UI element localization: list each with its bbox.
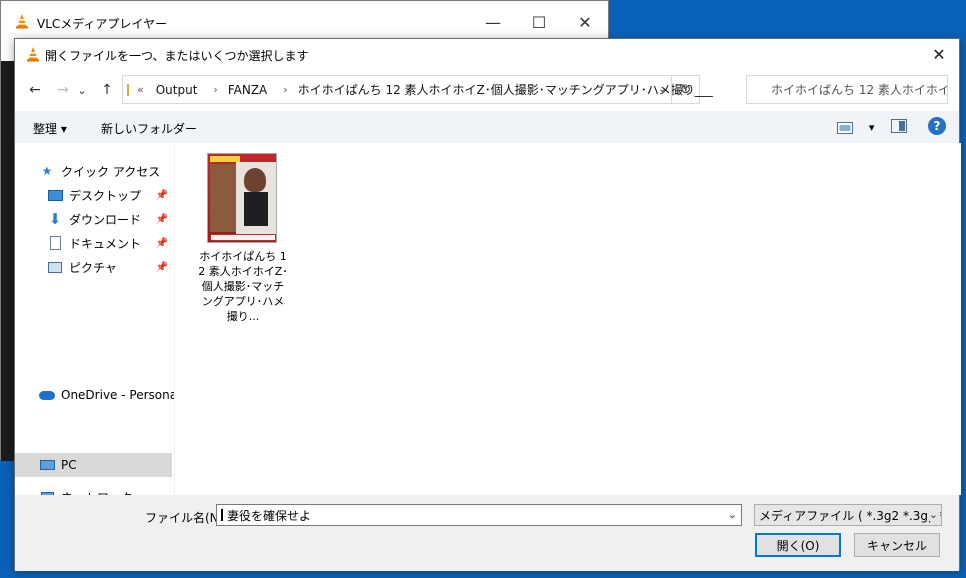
- vlc-cone-icon: [27, 47, 39, 62]
- address-bar[interactable]: « Output › FANZA › ホイホイぱんち 12 素人ホイホイZ･個人…: [122, 75, 713, 104]
- file-type-value: メディアファイル ( *.3g2 *.3gp *.3gp: [759, 508, 941, 523]
- sidebar-item-label: OneDrive - Personal: [61, 388, 181, 402]
- sidebar-item-pc[interactable]: PC: [15, 453, 172, 477]
- sidebar-item-documents[interactable]: ドキュメント 📌: [47, 231, 172, 255]
- back-button[interactable]: ←: [24, 79, 46, 101]
- forward-button[interactable]: →: [52, 79, 74, 101]
- folder-icon: [127, 83, 129, 96]
- breadcrumb-current-folder[interactable]: ホイホイぱんち 12 素人ホイホイZ･個人撮影･マッチングアプリ･ハメ撮り___: [298, 81, 713, 98]
- sidebar-item-label: デスクトップ: [69, 188, 142, 203]
- open-file-dialog: 開くファイルを一つ、またはいくつか選択します ✕ ← → ⌄ ↑ « Outpu…: [14, 38, 961, 571]
- breadcrumb-separator-icon[interactable]: ›: [283, 83, 287, 96]
- file-list: ホイホイぱんち 12 素人ホイホイZ･個人撮影･マッチングアプリ･ハメ撮り...: [175, 143, 961, 495]
- sidebar-item-label: ピクチャ: [69, 260, 117, 275]
- vlc-titlebar[interactable]: VLCメディアプレイヤー — ☐ ✕: [1, 1, 608, 39]
- sidebar-item-label: ダウンロード: [69, 212, 142, 227]
- file-type-select[interactable]: メディアファイル ( *.3g2 *.3gp *.3gp ⌄: [754, 504, 942, 526]
- vlc-window-title: VLCメディアプレイヤー: [37, 17, 168, 31]
- pin-icon: 📌: [155, 237, 168, 249]
- recent-locations-button[interactable]: ⌄: [75, 79, 89, 101]
- close-icon: ✕: [578, 12, 592, 32]
- filename-value: 妻役を確保せよ: [227, 508, 312, 523]
- vlc-video-area: [1, 61, 15, 461]
- sidebar-item-quick-access[interactable]: ★ クイック アクセス: [39, 159, 196, 183]
- dialog-titlebar[interactable]: 開くファイルを一つ、またはいくつか選択します ✕: [15, 39, 959, 69]
- sidebar-item-downloads[interactable]: ⬇ ダウンロード 📌: [47, 207, 172, 231]
- star-icon: ★: [41, 164, 53, 178]
- preview-pane-icon[interactable]: [891, 119, 907, 133]
- vlc-close-button[interactable]: ✕: [562, 7, 608, 37]
- forward-arrow-icon: →: [57, 82, 69, 98]
- sidebar-item-label: PC: [61, 458, 77, 472]
- filename-field[interactable]: 妻役を確保せよ ⌄: [216, 504, 742, 526]
- minimize-icon: —: [485, 12, 501, 32]
- chevron-down-icon: ▾: [868, 121, 875, 134]
- open-button[interactable]: 開く(O): [755, 533, 841, 557]
- pin-icon: 📌: [155, 189, 168, 201]
- command-bar: 整理 ▾ 新しいフォルダー ▾ ?: [15, 111, 959, 143]
- refresh-button[interactable]: ↻: [671, 76, 699, 103]
- help-icon[interactable]: ?: [928, 117, 946, 135]
- overflow-chevron-icon: «: [137, 83, 144, 96]
- refresh-icon: ↻: [679, 81, 692, 98]
- pin-icon: 📌: [155, 213, 168, 225]
- document-icon: [47, 236, 63, 250]
- sidebar-item-label: クイック アクセス: [61, 164, 161, 179]
- up-button[interactable]: ↑: [96, 79, 118, 101]
- maximize-icon: ☐: [531, 12, 547, 32]
- dialog-close-button[interactable]: ✕: [919, 39, 959, 69]
- cancel-button[interactable]: キャンセル: [854, 533, 940, 557]
- chevron-down-icon: ⌄: [77, 83, 87, 97]
- search-input[interactable]: ホイホイぱんち 12 素人ホイホイ...: [746, 75, 948, 104]
- sidebar-item-desktop[interactable]: デスクトップ 📌: [47, 183, 172, 207]
- file-item[interactable]: ホイホイぱんち 12 素人ホイホイZ･個人撮影･マッチングアプリ･ハメ撮り...: [197, 153, 289, 324]
- close-icon: ✕: [932, 44, 946, 64]
- pictures-icon: [47, 260, 63, 274]
- new-folder-button[interactable]: 新しいフォルダー: [101, 120, 197, 137]
- vlc-maximize-button[interactable]: ☐: [516, 7, 562, 37]
- video-thumbnail: [207, 153, 277, 243]
- pin-icon: 📌: [155, 261, 168, 273]
- view-icon: [837, 121, 853, 134]
- text-caret: [221, 509, 223, 521]
- navigation-pane: ★ クイック アクセス デスクトップ 📌 ⬇ ダウンロード 📌 ドキュメント 📌…: [15, 145, 180, 505]
- sidebar-item-label: ドキュメント: [69, 236, 142, 251]
- vlc-cone-icon: [16, 14, 28, 29]
- dialog-title: 開くファイルを一つ、またはいくつか選択します: [45, 49, 309, 63]
- computer-icon: [39, 458, 55, 472]
- sidebar-item-pictures[interactable]: ピクチャ 📌: [47, 255, 172, 279]
- up-arrow-icon: ↑: [101, 82, 113, 98]
- desktop-icon: [47, 188, 63, 202]
- breadcrumb-output[interactable]: Output: [156, 83, 198, 97]
- breadcrumb-fanza[interactable]: FANZA: [228, 83, 267, 97]
- address-dropdown-icon[interactable]: ⌄: [658, 82, 667, 95]
- bottom-panel: ファイル名(N): 妻役を確保せよ ⌄ メディアファイル ( *.3g2 *.3…: [15, 495, 959, 571]
- navigation-row: ← → ⌄ ↑ « Output › FANZA › ホイホイぱんち 12 素人…: [15, 73, 959, 107]
- search-placeholder: ホイホイぱんち 12 素人ホイホイ...: [771, 83, 948, 97]
- cloud-icon: [39, 388, 55, 402]
- vlc-minimize-button[interactable]: —: [470, 7, 516, 37]
- chevron-down-icon: ⌄: [926, 508, 938, 521]
- back-arrow-icon: ←: [29, 82, 41, 98]
- file-name: ホイホイぱんち 12 素人ホイホイZ･個人撮影･マッチングアプリ･ハメ撮り...: [198, 250, 288, 323]
- sidebar-item-onedrive[interactable]: OneDrive - Personal: [39, 383, 196, 407]
- breadcrumb-separator-icon[interactable]: ›: [213, 83, 217, 96]
- organize-button[interactable]: 整理 ▾: [33, 120, 67, 137]
- download-icon: ⬇: [48, 210, 62, 228]
- chevron-down-icon[interactable]: ⌄: [728, 508, 737, 521]
- view-options-button[interactable]: ▾: [837, 120, 874, 134]
